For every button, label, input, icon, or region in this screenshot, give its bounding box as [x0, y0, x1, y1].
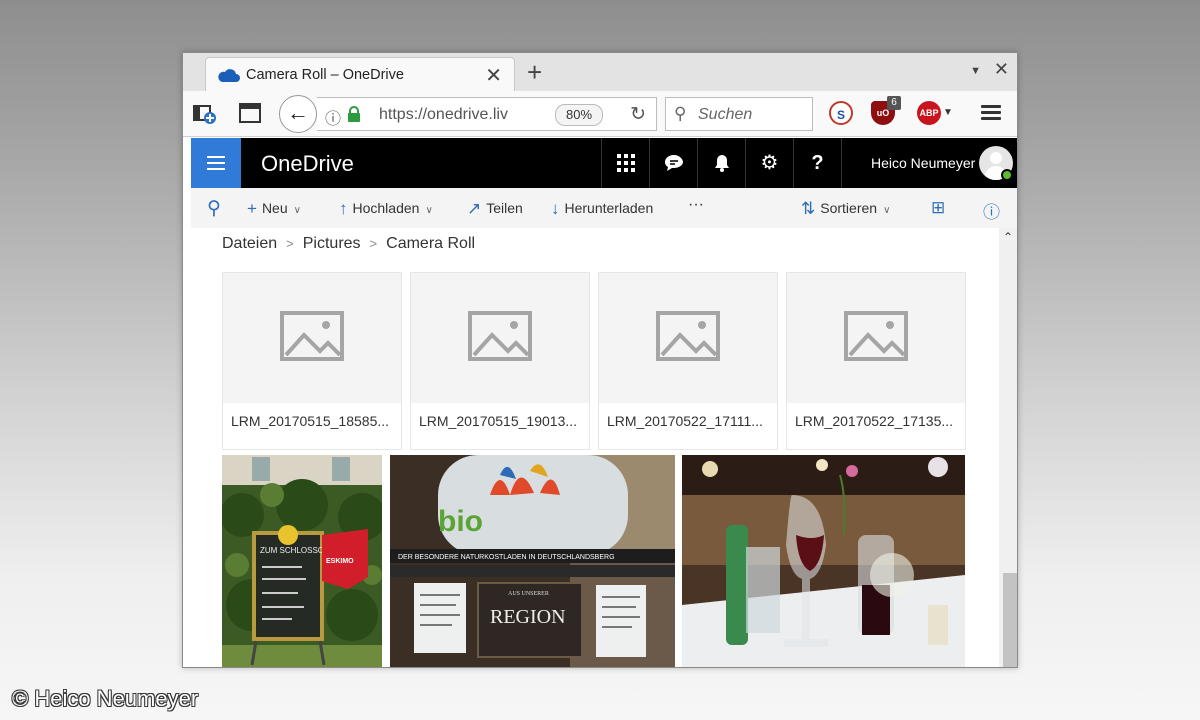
adblock-plus-label: ABP: [919, 108, 939, 118]
region-text: REGION: [490, 606, 566, 628]
more-button[interactable]: ···: [688, 196, 704, 214]
chevron-down-icon: ∨: [883, 205, 891, 216]
file-tile[interactable]: LRM_20170515_18585...: [222, 272, 402, 450]
browser-window: Camera Roll – OneDrive ✕ + ▼ ✕ ← ⓘ https…: [182, 52, 1018, 668]
url-text[interactable]: https://onedrive.liv: [379, 106, 508, 124]
window-close-icon[interactable]: ✕: [994, 59, 1009, 80]
file-name: LRM_20170515_19013...: [419, 413, 578, 429]
share-button[interactable]: ↗ Teilen: [467, 199, 523, 219]
region-top-text: AUS UNSERER: [508, 591, 549, 597]
share-label: Teilen: [486, 200, 523, 216]
upload-label: Hochladen: [352, 200, 420, 216]
share-icon: ↗: [467, 199, 482, 218]
file-name: LRM_20170522_17111...: [607, 413, 763, 429]
download-button[interactable]: ↓ Herunterladen: [551, 199, 653, 219]
window-icon[interactable]: [239, 103, 261, 123]
onedrive-brand[interactable]: OneDrive: [261, 151, 354, 177]
user-name[interactable]: Heico Neumeyer: [871, 155, 975, 171]
notifications-bell-icon[interactable]: [697, 138, 745, 188]
new-label: Neu: [261, 200, 288, 216]
new-tab-icon[interactable]: +: [527, 57, 542, 88]
copyright-watermark: © Heico Neumeyer: [12, 686, 199, 711]
plus-icon: +: [247, 199, 257, 218]
chevron-up-icon[interactable]: ⌃: [1003, 230, 1013, 244]
image-placeholder-icon: [280, 311, 344, 361]
s-extension-icon[interactable]: S: [829, 101, 853, 125]
search-icon: ⚲: [674, 104, 687, 123]
download-arrow-icon: ↓: [551, 199, 560, 218]
image-placeholder-icon: [844, 311, 908, 361]
sidebar-add-icon[interactable]: [193, 103, 217, 125]
back-button[interactable]: ←: [279, 95, 317, 133]
photo-thumbnail-sign[interactable]: ZUM SCHLOSSCAFÉ ESKIMO: [222, 455, 382, 667]
download-label: Herunterladen: [564, 200, 654, 216]
store-banner-text: DER BESONDERE NATURKOSTLADEN IN DEUTSCHL…: [398, 554, 615, 561]
file-view: Dateien > Pictures > Camera Roll LRM_2017051…: [191, 228, 999, 667]
sort-icon: ⇅: [801, 199, 816, 218]
chevron-down-icon: ∨: [425, 205, 433, 216]
sort-label: Sortieren: [820, 200, 878, 216]
help-icon[interactable]: ?: [793, 138, 841, 188]
settings-gear-icon[interactable]: ⚙: [745, 138, 793, 188]
file-tile[interactable]: LRM_20170522_17111...: [598, 272, 778, 450]
feedback-icon[interactable]: [649, 138, 697, 188]
scrollbar-thumb[interactable]: [1003, 573, 1017, 667]
tab-onedrive[interactable]: Camera Roll – OneDrive ✕: [205, 57, 515, 91]
menu-hamburger-icon[interactable]: [981, 105, 1001, 121]
vertical-scrollbar[interactable]: ⌃: [999, 228, 1017, 667]
upload-arrow-icon: ↑: [339, 199, 348, 218]
photo-thumbnail-store[interactable]: bio DER BESONDERE NATURKOSTLADEN IN DEUT…: [390, 455, 675, 667]
file-tile[interactable]: LRM_20170522_17135...: [786, 272, 966, 450]
file-name: LRM_20170522_17135...: [795, 413, 954, 429]
info-icon[interactable]: ⓘ: [325, 105, 341, 129]
search-box[interactable]: ⚲ Suchen: [665, 97, 813, 131]
photo-thumbnail-restaurant[interactable]: [682, 455, 965, 667]
chevron-right-icon: >: [369, 236, 378, 251]
file-tile[interactable]: LRM_20170515_19013...: [410, 272, 590, 450]
image-placeholder-icon: [468, 311, 532, 361]
chevron-down-icon: ∨: [293, 205, 301, 216]
new-button[interactable]: + Neu ∨: [247, 199, 301, 219]
file-name: LRM_20170515_18585...: [231, 413, 390, 429]
command-bar: ⚲ + Neu ∨ ↑ Hochladen ∨ ↗ Teilen ↓ Herunterlad…: [191, 188, 1017, 228]
address-bar[interactable]: ⓘ https://onedrive.liv 80% ↻: [317, 97, 657, 131]
tab-title: Camera Roll – OneDrive: [246, 67, 404, 83]
details-info-icon[interactable]: ⓘ: [983, 198, 1005, 223]
ublock-badge: 6: [887, 96, 901, 110]
breadcrumb-pictures[interactable]: Pictures: [303, 235, 361, 252]
chevron-right-icon: >: [286, 236, 294, 251]
sort-button[interactable]: ⇅ Sortieren ∨: [801, 199, 890, 219]
bio-logo-text: bio: [438, 505, 483, 538]
adblock-dropdown-icon[interactable]: ▼: [943, 107, 953, 118]
adblock-plus-icon[interactable]: ABP: [917, 101, 941, 125]
s-extension-label: S: [836, 108, 845, 122]
breadcrumb-dateien[interactable]: Dateien: [222, 235, 277, 252]
tab-close-icon[interactable]: ✕: [485, 63, 502, 88]
search-placeholder: Suchen: [698, 106, 753, 123]
eskimo-text: ESKIMO: [326, 558, 354, 565]
lock-icon: [348, 106, 360, 122]
nav-menu-icon[interactable]: [191, 138, 241, 188]
tab-strip: Camera Roll – OneDrive ✕ + ▼ ✕: [183, 53, 1017, 91]
presence-online-icon: [1001, 169, 1013, 181]
breadcrumb-camera-roll[interactable]: Camera Roll: [386, 235, 475, 252]
onedrive-header: OneDrive ⚙ ? Heico Neumeyer: [191, 138, 1017, 188]
search-icon[interactable]: ⚲: [207, 197, 226, 220]
tab-list-chevron-icon[interactable]: ▼: [970, 65, 981, 77]
navigation-toolbar: ← ⓘ https://onedrive.liv 80% ↻ ⚲ Suchen …: [183, 91, 1017, 137]
zoom-indicator[interactable]: 80%: [555, 104, 603, 126]
app-launcher-icon[interactable]: [601, 138, 649, 188]
view-tiles-icon[interactable]: ⊞: [931, 198, 950, 218]
upload-button[interactable]: ↑ Hochladen ∨: [339, 199, 433, 219]
reload-icon[interactable]: ↻: [630, 103, 646, 126]
image-placeholder-icon: [656, 311, 720, 361]
onedrive-cloud-icon: [218, 69, 240, 82]
breadcrumb: Dateien > Pictures > Camera Roll: [222, 235, 475, 253]
